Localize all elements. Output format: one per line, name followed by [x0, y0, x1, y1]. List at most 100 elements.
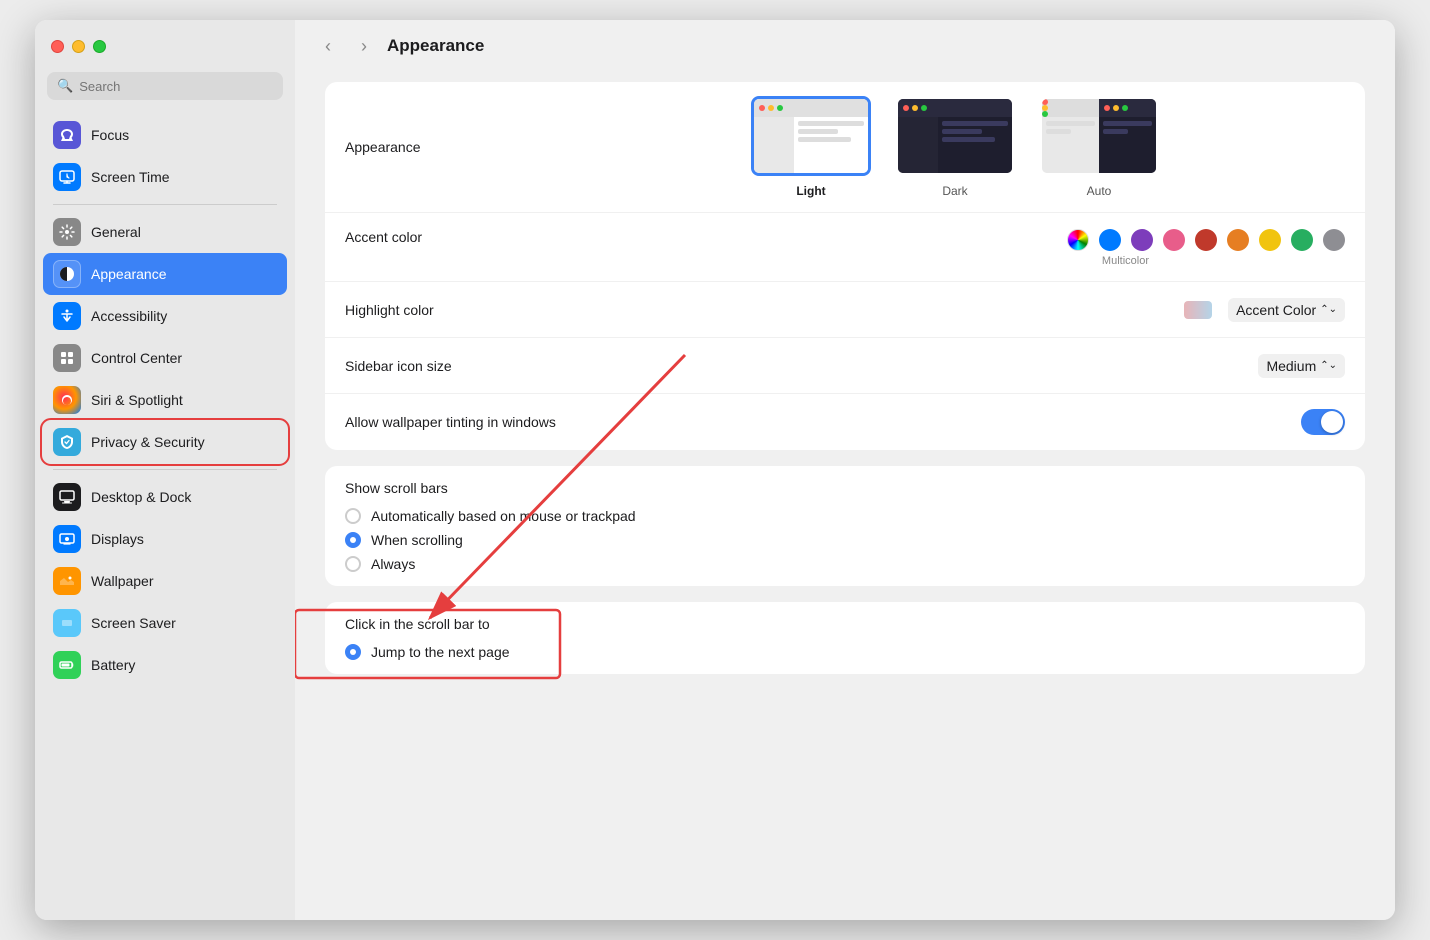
scroll-always-option[interactable]: Always	[345, 556, 1345, 572]
click-next-page-option[interactable]: Jump to the next page	[345, 644, 1345, 660]
appearance-row-label: Appearance	[345, 139, 565, 155]
click-scroll-radio-group: Jump to the next page	[325, 640, 1365, 674]
general-icon	[53, 218, 81, 246]
scroll-bars-title: Show scroll bars	[325, 466, 1365, 504]
sidebar-label-appearance: Appearance	[91, 266, 167, 282]
sidebar-label-accessibility: Accessibility	[91, 308, 167, 324]
divider-1	[53, 204, 277, 205]
wallpaper-tinting-label: Allow wallpaper tinting in windows	[345, 414, 565, 430]
sidebar-label-privacy: Privacy & Security	[91, 434, 205, 450]
dark-label: Dark	[942, 184, 967, 198]
minimize-button[interactable]	[72, 40, 85, 53]
sidebar-item-focus[interactable]: Focus	[43, 114, 287, 156]
accent-blue[interactable]	[1099, 229, 1121, 251]
battery-icon	[53, 651, 81, 679]
privacy-icon	[53, 428, 81, 456]
highlight-color-row: Highlight color Accent Color ⌃⌄	[325, 282, 1365, 338]
sidebar-item-siri[interactable]: Siri & Spotlight	[43, 379, 287, 421]
forward-button[interactable]: ›	[351, 33, 377, 59]
accent-colors-container: Multicolor	[565, 229, 1345, 267]
scroll-auto-label: Automatically based on mouse or trackpad	[371, 508, 636, 524]
accent-orange[interactable]	[1227, 229, 1249, 251]
scroll-always-label: Always	[371, 556, 415, 572]
wallpaper-tinting-toggle[interactable]	[1301, 409, 1345, 435]
sidebar-item-wallpaper[interactable]: Wallpaper	[43, 560, 287, 602]
click-scroll-title: Click in the scroll bar to	[325, 602, 1365, 640]
accent-color-label: Accent color	[345, 229, 565, 245]
controlcenter-icon	[53, 344, 81, 372]
screentime-icon	[53, 163, 81, 191]
sidebar-label-siri: Siri & Spotlight	[91, 392, 183, 408]
appearance-row: Appearance	[325, 82, 1365, 213]
sidebar-item-displays[interactable]: Displays	[43, 518, 287, 560]
highlight-value: Accent Color	[1236, 302, 1316, 318]
main-body: Appearance	[295, 72, 1395, 920]
highlight-color-content: Accent Color ⌃⌄	[565, 298, 1345, 322]
click-next-page-radio[interactable]	[345, 644, 361, 660]
appearance-card: Appearance	[325, 82, 1365, 450]
sidebar-item-privacy[interactable]: Privacy & Security	[43, 421, 287, 463]
appearance-options-container: Light	[565, 96, 1345, 198]
accent-graphite[interactable]	[1323, 229, 1345, 251]
sidebar-icon-content: Medium ⌃⌄	[565, 354, 1345, 378]
accent-yellow[interactable]	[1259, 229, 1281, 251]
highlight-selector[interactable]: Accent Color ⌃⌄	[1228, 298, 1345, 322]
appearance-thumb-auto	[1039, 96, 1159, 176]
sidebar-item-appearance[interactable]: Appearance	[43, 253, 287, 295]
sidebar-item-control-center[interactable]: Control Center	[43, 337, 287, 379]
accent-multicolor-wrap	[1067, 229, 1089, 251]
multicolor-label: Multicolor	[1102, 255, 1149, 267]
sidebar-label-focus: Focus	[91, 127, 129, 143]
accent-green[interactable]	[1291, 229, 1313, 251]
scroll-auto-option[interactable]: Automatically based on mouse or trackpad	[345, 508, 1345, 524]
screensaver-icon	[53, 609, 81, 637]
wallpaper-tinting-content	[565, 409, 1345, 435]
wallpaper-tinting-row: Allow wallpaper tinting in windows	[325, 394, 1365, 450]
sidebar-label-battery: Battery	[91, 657, 135, 673]
sidebar-label-general: General	[91, 224, 141, 240]
back-button[interactable]: ‹	[315, 33, 341, 59]
accent-red[interactable]	[1195, 229, 1217, 251]
highlight-chevron-icon: ⌃⌄	[1320, 304, 1337, 315]
close-button[interactable]	[51, 40, 64, 53]
sidebar-item-screen-time[interactable]: Screen Time	[43, 156, 287, 198]
sidebar-item-battery[interactable]: Battery	[43, 644, 287, 686]
scroll-bars-radio-group: Automatically based on mouse or trackpad…	[325, 504, 1365, 586]
scroll-scrolling-radio[interactable]	[345, 532, 361, 548]
main-header: ‹ › Appearance	[295, 20, 1395, 72]
sidebar-item-accessibility[interactable]: Accessibility	[43, 295, 287, 337]
sidebar-icon-chevron-icon: ⌃⌄	[1320, 360, 1337, 371]
appearance-option-auto[interactable]: Auto	[1039, 96, 1159, 198]
highlight-preview	[1184, 301, 1212, 319]
maximize-button[interactable]	[93, 40, 106, 53]
search-bar[interactable]: 🔍	[47, 72, 283, 100]
scroll-always-radio[interactable]	[345, 556, 361, 572]
scroll-scrolling-option[interactable]: When scrolling	[345, 532, 1345, 548]
wallpaper-icon	[53, 567, 81, 595]
search-input[interactable]	[79, 79, 273, 94]
appearance-option-light[interactable]: Light	[751, 96, 871, 198]
titlebar	[35, 20, 295, 72]
main-content-wrapper: ‹ › Appearance Appearance	[295, 20, 1395, 920]
highlight-color-label: Highlight color	[345, 302, 565, 318]
sidebar-item-screensaver[interactable]: Screen Saver	[43, 602, 287, 644]
sidebar-item-desktop[interactable]: Desktop & Dock	[43, 476, 287, 518]
sidebar-icon-label: Sidebar icon size	[345, 358, 565, 374]
sidebar-label-displays: Displays	[91, 531, 144, 547]
sidebar-icon-selector[interactable]: Medium ⌃⌄	[1258, 354, 1345, 378]
accent-purple[interactable]	[1131, 229, 1153, 251]
page-title: Appearance	[387, 36, 484, 56]
accent-pink[interactable]	[1163, 229, 1185, 251]
click-next-page-label: Jump to the next page	[371, 644, 510, 660]
sidebar-label-desktop: Desktop & Dock	[91, 489, 191, 505]
sidebar-item-general[interactable]: General	[43, 211, 287, 253]
appearance-option-dark[interactable]: Dark	[895, 96, 1015, 198]
appearance-options: Light	[565, 96, 1345, 198]
accent-colors	[1067, 229, 1345, 251]
sidebar-label-control-center: Control Center	[91, 350, 182, 366]
scroll-auto-radio[interactable]	[345, 508, 361, 524]
focus-icon	[53, 121, 81, 149]
accent-multicolor[interactable]	[1067, 229, 1089, 251]
main-window: 🔍 Focus	[35, 20, 1395, 920]
auto-label: Auto	[1087, 184, 1112, 198]
